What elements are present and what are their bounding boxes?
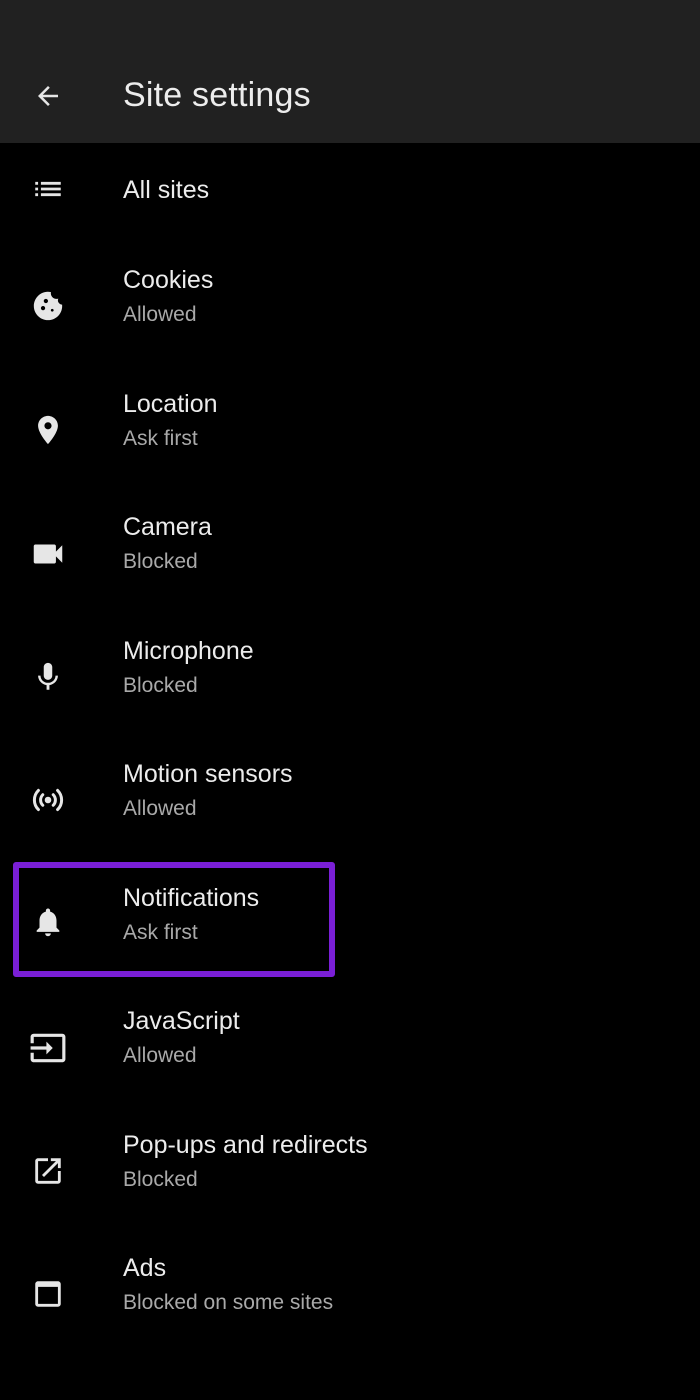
- item-status: Blocked: [123, 674, 198, 697]
- list-item-microphone[interactable]: Microphone Blocked: [0, 626, 700, 749]
- item-status: Allowed: [123, 303, 197, 326]
- list-item-motion-sensors[interactable]: Motion sensors Allowed: [0, 749, 700, 872]
- item-label: Motion sensors: [123, 760, 293, 788]
- item-label: Camera: [123, 513, 212, 541]
- item-label: Notifications: [123, 884, 260, 912]
- item-label: JavaScript: [123, 1007, 240, 1035]
- app-bar: Site settings: [0, 50, 700, 143]
- item-label: Cookies: [123, 266, 214, 294]
- item-status: Blocked: [123, 550, 198, 573]
- cookie-icon: [26, 284, 70, 328]
- list-item-ads[interactable]: Ads Blocked on some sites: [0, 1243, 700, 1366]
- back-button[interactable]: [22, 74, 74, 118]
- list-item-all-sites[interactable]: All sites: [0, 143, 700, 266]
- list-item-popups-redirects[interactable]: Pop-ups and redirects Blocked: [0, 1120, 700, 1243]
- list-item-camera[interactable]: Camera Blocked: [0, 502, 700, 625]
- list-item-notifications[interactable]: Notifications Ask first: [0, 873, 700, 996]
- item-label: Ads: [123, 1254, 167, 1282]
- item-status: Ask first: [123, 921, 198, 944]
- list-item-location[interactable]: Location Ask first: [0, 379, 700, 502]
- item-status: Blocked on some sites: [123, 1291, 334, 1314]
- location-pin-icon: [26, 408, 70, 452]
- videocam-icon: [26, 532, 70, 576]
- list-icon: [26, 167, 70, 211]
- item-status: Ask first: [123, 427, 198, 450]
- list-item-cookies[interactable]: Cookies Allowed: [0, 255, 700, 378]
- window-icon: [26, 1272, 70, 1316]
- item-status: Allowed: [123, 1044, 197, 1067]
- arrow-back-icon: [33, 81, 63, 111]
- page-title: Site settings: [123, 76, 311, 114]
- item-label: Pop-ups and redirects: [123, 1131, 368, 1159]
- item-status: Blocked: [123, 1168, 198, 1191]
- mic-icon: [26, 655, 70, 699]
- item-label: All sites: [123, 176, 210, 204]
- external-link-icon: [26, 1149, 70, 1193]
- javascript-input-icon: [26, 1026, 70, 1070]
- item-label: Microphone: [123, 637, 254, 665]
- item-status: Allowed: [123, 797, 197, 820]
- item-label: Location: [123, 390, 218, 418]
- list-item-javascript[interactable]: JavaScript Allowed: [0, 996, 700, 1119]
- status-bar: [0, 0, 700, 50]
- bell-icon: [26, 900, 70, 944]
- sensors-icon: [26, 778, 70, 822]
